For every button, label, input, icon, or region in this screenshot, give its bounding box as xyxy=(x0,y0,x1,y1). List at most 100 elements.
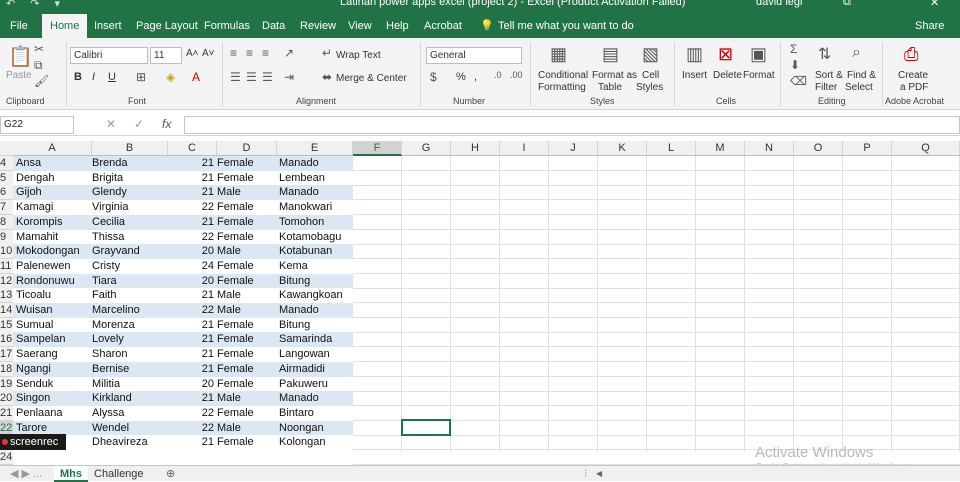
fill-color-icon[interactable]: ◈ xyxy=(166,70,175,84)
increase-font-button[interactable]: A˄ xyxy=(186,48,199,59)
cell-gender[interactable]: Female xyxy=(217,318,275,333)
cell-first-name[interactable]: Thissa xyxy=(92,230,166,245)
cell-gender[interactable]: Female xyxy=(217,377,275,392)
row-header[interactable]: 12 xyxy=(0,274,13,289)
cell-gender[interactable] xyxy=(217,450,275,465)
number-format-select[interactable]: General xyxy=(426,47,522,64)
format-painter-icon[interactable]: 🖌 xyxy=(34,74,49,88)
cell-last-name[interactable]: Korompis xyxy=(16,215,90,230)
cell-age[interactable]: 21 xyxy=(168,362,214,377)
cell-first-name[interactable]: Marcelino xyxy=(92,303,166,318)
format-table-icon[interactable]: ▤ xyxy=(602,44,619,65)
find-select-button[interactable]: Find & xyxy=(847,70,876,81)
cell-gender[interactable]: Male xyxy=(217,391,275,406)
copy-icon[interactable]: ⧉ xyxy=(34,58,43,73)
row-header[interactable]: 9 xyxy=(0,230,13,245)
conditional-formatting-icon[interactable]: ▦ xyxy=(550,44,567,65)
cell-age[interactable]: 21 xyxy=(168,215,214,230)
cell-city[interactable]: Lembean xyxy=(279,171,351,186)
cell-last-name[interactable]: Sampelan xyxy=(16,332,90,347)
cell-first-name[interactable]: Cecilia xyxy=(92,215,166,230)
cell-last-name[interactable]: Senduk xyxy=(16,377,90,392)
cell-last-name[interactable]: Dengah xyxy=(16,171,90,186)
cell-city[interactable]: Tomohon xyxy=(279,215,351,230)
column-header-k[interactable]: K xyxy=(598,141,647,156)
autosum-icon[interactable]: Σ xyxy=(790,42,797,56)
orientation-icon[interactable]: ↗ xyxy=(284,46,294,60)
cell-city[interactable]: Langowan xyxy=(279,347,351,362)
cell-age[interactable]: 20 xyxy=(168,244,214,259)
row-header[interactable]: 15 xyxy=(0,318,13,333)
cell-gender[interactable]: Female xyxy=(217,230,275,245)
tab-review[interactable]: Review xyxy=(300,14,336,38)
cell-gender[interactable]: Female xyxy=(217,156,275,171)
add-sheet-icon[interactable]: ⊕ xyxy=(160,466,181,482)
close-icon[interactable]: ✕ xyxy=(930,0,939,9)
font-color-icon[interactable]: A xyxy=(192,70,200,84)
cell-city[interactable]: Kotabunan xyxy=(279,244,351,259)
align-middle-icon[interactable]: ≡ xyxy=(246,46,253,60)
cell-city[interactable]: Manado xyxy=(279,303,351,318)
column-header-l[interactable]: L xyxy=(647,141,696,156)
column-header-b[interactable]: B xyxy=(92,141,168,156)
cell-age[interactable]: 21 xyxy=(168,156,214,171)
cell-gender[interactable]: Female xyxy=(217,406,275,421)
cell-gender[interactable]: Female xyxy=(217,347,275,362)
column-header-o[interactable]: O xyxy=(794,141,843,156)
enter-icon[interactable]: ✓ xyxy=(134,117,144,131)
column-header-a[interactable]: A xyxy=(13,141,92,156)
cell-first-name[interactable]: Kirkland xyxy=(92,391,166,406)
sheet-tab-mhs[interactable]: Mhs xyxy=(54,466,88,482)
cell-first-name[interactable]: Lovely xyxy=(92,332,166,347)
row-header[interactable]: 14 xyxy=(0,303,13,318)
delete-cells-button[interactable]: Delete xyxy=(713,70,742,81)
row-header[interactable]: 21 xyxy=(0,406,13,421)
row-header[interactable]: 6 xyxy=(0,185,13,200)
indent-icon[interactable]: ⇥ xyxy=(284,70,294,84)
delete-cells-icon[interactable]: ⊠ xyxy=(718,44,733,65)
column-header-i[interactable]: I xyxy=(500,141,549,156)
cell-first-name[interactable]: Wendel xyxy=(92,421,166,436)
cell-age[interactable]: 21 xyxy=(168,347,214,362)
cell-city[interactable] xyxy=(279,450,351,465)
cell-first-name[interactable]: Bernise xyxy=(92,362,166,377)
insert-cells-icon[interactable]: ▥ xyxy=(686,44,703,65)
cut-icon[interactable]: ✂ xyxy=(34,42,44,56)
wrap-text-icon[interactable]: ↵ xyxy=(322,46,332,60)
align-center-icon[interactable]: ☰ xyxy=(246,70,257,84)
cell-last-name[interactable]: Ticoalu xyxy=(16,288,90,303)
cell-first-name[interactable]: Tiara xyxy=(92,274,166,289)
conditional-formatting-button[interactable]: Conditional xyxy=(538,70,588,81)
formula-input[interactable] xyxy=(184,116,960,134)
create-pdf-button[interactable]: Create xyxy=(898,70,928,81)
cell-first-name[interactable]: Glendy xyxy=(92,185,166,200)
cell-city[interactable]: Bitung xyxy=(279,274,351,289)
align-right-icon[interactable]: ☰ xyxy=(262,70,273,84)
cell-gender[interactable]: Female xyxy=(217,274,275,289)
cell-last-name[interactable]: Mokodongan xyxy=(16,244,90,259)
function-icon[interactable]: fx xyxy=(162,117,171,131)
selected-cell[interactable] xyxy=(401,419,451,436)
cell-gender[interactable]: Female xyxy=(217,362,275,377)
italic-button[interactable]: I xyxy=(92,71,95,83)
cell-last-name[interactable]: Saerang xyxy=(16,347,90,362)
cell-city[interactable]: Noongan xyxy=(279,421,351,436)
cell-last-name[interactable]: Gijoh xyxy=(16,185,90,200)
cell-age[interactable]: 21 xyxy=(168,318,214,333)
cell-age[interactable]: 24 xyxy=(168,259,214,274)
cell-last-name[interactable]: Singon xyxy=(16,391,90,406)
row-header[interactable]: 19 xyxy=(0,377,13,392)
cell-first-name[interactable] xyxy=(92,450,166,465)
cell-last-name[interactable] xyxy=(16,450,90,465)
column-header-j[interactable]: J xyxy=(549,141,598,156)
cell-gender[interactable]: Female xyxy=(217,332,275,347)
cell-age[interactable]: 21 xyxy=(168,332,214,347)
cell-gender[interactable]: Female xyxy=(217,215,275,230)
cell-first-name[interactable]: Dheavireza xyxy=(92,435,166,450)
cell-age[interactable]: 20 xyxy=(168,377,214,392)
underline-button[interactable]: U xyxy=(108,71,116,83)
cell-city[interactable]: Manado xyxy=(279,185,351,200)
tab-insert[interactable]: Insert xyxy=(94,14,122,38)
cell-styles-button[interactable]: Cell xyxy=(642,70,659,81)
cell-age[interactable] xyxy=(168,450,214,465)
